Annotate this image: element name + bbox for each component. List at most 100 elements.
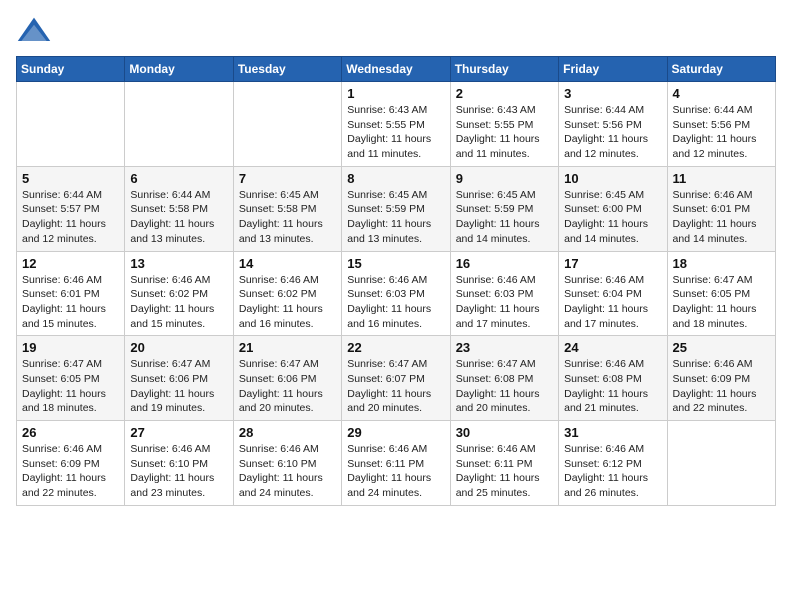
calendar-cell: 10 Sunrise: 6:45 AM Sunset: 6:00 PM Dayli…	[559, 166, 667, 251]
page: SundayMondayTuesdayWednesdayThursdayFrid…	[0, 0, 792, 612]
calendar-cell: 31 Sunrise: 6:46 AM Sunset: 6:12 PM Dayli…	[559, 421, 667, 506]
day-number: 21	[239, 340, 336, 355]
day-number: 18	[673, 256, 770, 271]
day-number: 25	[673, 340, 770, 355]
day-number: 13	[130, 256, 227, 271]
day-number: 9	[456, 171, 553, 186]
calendar-cell: 15 Sunrise: 6:46 AM Sunset: 6:03 PM Dayli…	[342, 251, 450, 336]
day-info: Sunrise: 6:45 AM Sunset: 5:58 PM Dayligh…	[239, 188, 336, 247]
day-info: Sunrise: 6:47 AM Sunset: 6:05 PM Dayligh…	[673, 273, 770, 332]
day-number: 26	[22, 425, 119, 440]
day-number: 10	[564, 171, 661, 186]
day-number: 14	[239, 256, 336, 271]
calendar-cell	[125, 82, 233, 167]
day-number: 30	[456, 425, 553, 440]
weekday-header-tuesday: Tuesday	[233, 57, 341, 82]
calendar-header: SundayMondayTuesdayWednesdayThursdayFrid…	[17, 57, 776, 82]
calendar-cell: 16 Sunrise: 6:46 AM Sunset: 6:03 PM Dayli…	[450, 251, 558, 336]
day-info: Sunrise: 6:46 AM Sunset: 6:11 PM Dayligh…	[347, 442, 444, 501]
weekday-header-thursday: Thursday	[450, 57, 558, 82]
day-number: 8	[347, 171, 444, 186]
day-info: Sunrise: 6:46 AM Sunset: 6:03 PM Dayligh…	[347, 273, 444, 332]
calendar-cell: 7 Sunrise: 6:45 AM Sunset: 5:58 PM Daylig…	[233, 166, 341, 251]
day-info: Sunrise: 6:46 AM Sunset: 6:11 PM Dayligh…	[456, 442, 553, 501]
day-info: Sunrise: 6:47 AM Sunset: 6:06 PM Dayligh…	[239, 357, 336, 416]
calendar-cell	[17, 82, 125, 167]
calendar-cell: 1 Sunrise: 6:43 AM Sunset: 5:55 PM Daylig…	[342, 82, 450, 167]
day-info: Sunrise: 6:46 AM Sunset: 6:04 PM Dayligh…	[564, 273, 661, 332]
calendar-cell: 28Sunrise: 6:46 AM Sunset: 6:10 PM Dayli…	[233, 421, 341, 506]
day-number: 6	[130, 171, 227, 186]
calendar-cell	[233, 82, 341, 167]
calendar-cell: 21 Sunrise: 6:47 AM Sunset: 6:06 PM Dayli…	[233, 336, 341, 421]
calendar-cell: 5Sunrise: 6:44 AM Sunset: 5:57 PM Daylig…	[17, 166, 125, 251]
day-number: 23	[456, 340, 553, 355]
day-info: Sunrise: 6:45 AM Sunset: 5:59 PM Dayligh…	[347, 188, 444, 247]
day-info: Sunrise: 6:46 AM Sunset: 6:12 PM Dayligh…	[564, 442, 661, 501]
calendar-cell: 12Sunrise: 6:46 AM Sunset: 6:01 PM Dayli…	[17, 251, 125, 336]
calendar-cell: 17 Sunrise: 6:46 AM Sunset: 6:04 PM Dayli…	[559, 251, 667, 336]
day-info: Sunrise: 6:44 AM Sunset: 5:56 PM Dayligh…	[564, 103, 661, 162]
calendar-cell: 18 Sunrise: 6:47 AM Sunset: 6:05 PM Dayli…	[667, 251, 775, 336]
calendar-table: SundayMondayTuesdayWednesdayThursdayFrid…	[16, 56, 776, 506]
day-number: 24	[564, 340, 661, 355]
weekday-header-saturday: Saturday	[667, 57, 775, 82]
day-info: Sunrise: 6:44 AM Sunset: 5:58 PM Dayligh…	[130, 188, 227, 247]
day-number: 20	[130, 340, 227, 355]
day-number: 5	[22, 171, 119, 186]
calendar-cell: 8 Sunrise: 6:45 AM Sunset: 5:59 PM Daylig…	[342, 166, 450, 251]
day-number: 11	[673, 171, 770, 186]
calendar-cell: 20 Sunrise: 6:47 AM Sunset: 6:06 PM Dayli…	[125, 336, 233, 421]
calendar-cell: 3 Sunrise: 6:44 AM Sunset: 5:56 PM Daylig…	[559, 82, 667, 167]
day-number: 4	[673, 86, 770, 101]
day-info: Sunrise: 6:46 AM Sunset: 6:02 PM Dayligh…	[239, 273, 336, 332]
weekday-header-monday: Monday	[125, 57, 233, 82]
day-number: 19	[22, 340, 119, 355]
day-number: 31	[564, 425, 661, 440]
day-info: Sunrise: 6:46 AM Sunset: 6:01 PM Dayligh…	[22, 273, 119, 332]
day-info: Sunrise: 6:47 AM Sunset: 6:05 PM Dayligh…	[22, 357, 119, 416]
day-info: Sunrise: 6:47 AM Sunset: 6:07 PM Dayligh…	[347, 357, 444, 416]
calendar-cell: 29Sunrise: 6:46 AM Sunset: 6:11 PM Dayli…	[342, 421, 450, 506]
calendar-cell: 25Sunrise: 6:46 AM Sunset: 6:09 PM Dayli…	[667, 336, 775, 421]
calendar-week-2: 5Sunrise: 6:44 AM Sunset: 5:57 PM Daylig…	[17, 166, 776, 251]
calendar-cell: 13 Sunrise: 6:46 AM Sunset: 6:02 PM Dayli…	[125, 251, 233, 336]
day-number: 3	[564, 86, 661, 101]
calendar-cell: 24 Sunrise: 6:46 AM Sunset: 6:08 PM Dayli…	[559, 336, 667, 421]
day-number: 27	[130, 425, 227, 440]
day-info: Sunrise: 6:45 AM Sunset: 6:00 PM Dayligh…	[564, 188, 661, 247]
day-number: 7	[239, 171, 336, 186]
calendar-cell	[667, 421, 775, 506]
calendar-cell: 30 Sunrise: 6:46 AM Sunset: 6:11 PM Dayli…	[450, 421, 558, 506]
calendar-cell: 6 Sunrise: 6:44 AM Sunset: 5:58 PM Daylig…	[125, 166, 233, 251]
calendar-cell: 26 Sunrise: 6:46 AM Sunset: 6:09 PM Dayli…	[17, 421, 125, 506]
day-info: Sunrise: 6:46 AM Sunset: 6:02 PM Dayligh…	[130, 273, 227, 332]
day-info: Sunrise: 6:46 AM Sunset: 6:10 PM Dayligh…	[130, 442, 227, 501]
calendar-body: 1 Sunrise: 6:43 AM Sunset: 5:55 PM Daylig…	[17, 82, 776, 506]
day-info: Sunrise: 6:43 AM Sunset: 5:55 PM Dayligh…	[347, 103, 444, 162]
logo	[16, 14, 56, 50]
calendar-week-3: 12Sunrise: 6:46 AM Sunset: 6:01 PM Dayli…	[17, 251, 776, 336]
day-info: Sunrise: 6:46 AM Sunset: 6:08 PM Dayligh…	[564, 357, 661, 416]
weekday-header-sunday: Sunday	[17, 57, 125, 82]
calendar-cell: 4Sunrise: 6:44 AM Sunset: 5:56 PM Daylig…	[667, 82, 775, 167]
header	[16, 10, 776, 50]
calendar-week-4: 19 Sunrise: 6:47 AM Sunset: 6:05 PM Dayli…	[17, 336, 776, 421]
day-number: 22	[347, 340, 444, 355]
calendar-cell: 27 Sunrise: 6:46 AM Sunset: 6:10 PM Dayli…	[125, 421, 233, 506]
day-number: 28	[239, 425, 336, 440]
day-number: 17	[564, 256, 661, 271]
day-number: 1	[347, 86, 444, 101]
day-info: Sunrise: 6:45 AM Sunset: 5:59 PM Dayligh…	[456, 188, 553, 247]
day-number: 15	[347, 256, 444, 271]
weekday-row: SundayMondayTuesdayWednesdayThursdayFrid…	[17, 57, 776, 82]
day-info: Sunrise: 6:46 AM Sunset: 6:03 PM Dayligh…	[456, 273, 553, 332]
day-info: Sunrise: 6:47 AM Sunset: 6:08 PM Dayligh…	[456, 357, 553, 416]
calendar-cell: 2Sunrise: 6:43 AM Sunset: 5:55 PM Daylig…	[450, 82, 558, 167]
calendar-week-5: 26 Sunrise: 6:46 AM Sunset: 6:09 PM Dayli…	[17, 421, 776, 506]
day-info: Sunrise: 6:47 AM Sunset: 6:06 PM Dayligh…	[130, 357, 227, 416]
logo-icon	[16, 14, 52, 50]
day-info: Sunrise: 6:46 AM Sunset: 6:09 PM Dayligh…	[22, 442, 119, 501]
day-number: 16	[456, 256, 553, 271]
calendar-cell: 22 Sunrise: 6:47 AM Sunset: 6:07 PM Dayli…	[342, 336, 450, 421]
